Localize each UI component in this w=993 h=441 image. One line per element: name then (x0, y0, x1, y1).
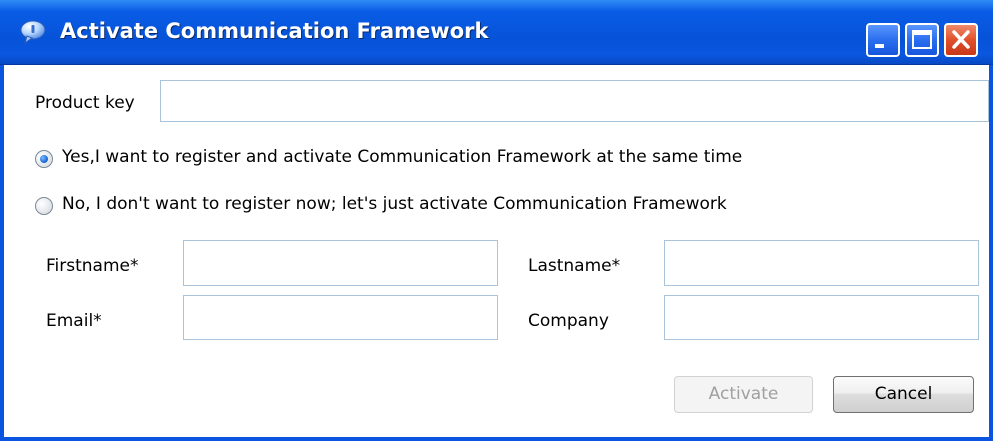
maximize-button[interactable] (905, 23, 939, 57)
company-input[interactable] (664, 295, 979, 340)
close-button[interactable] (944, 23, 978, 57)
radio-button-selected[interactable] (35, 150, 53, 168)
close-icon (952, 30, 970, 49)
cancel-button[interactable]: Cancel (833, 376, 974, 413)
window-title: Activate Communication Framework (60, 19, 489, 43)
maximize-icon (912, 30, 932, 49)
email-label: Email* (46, 311, 102, 331)
company-label: Company (528, 311, 609, 331)
title-bar[interactable]: Activate Communication Framework (0, 0, 993, 65)
product-key-label: Product key (35, 93, 135, 113)
lastname-label: Lastname* (528, 256, 621, 276)
product-key-input[interactable] (160, 80, 989, 122)
firstname-label: Firstname* (46, 256, 139, 276)
activation-dialog: Activate Communication Framework Product… (0, 0, 993, 441)
firstname-input[interactable] (183, 240, 498, 286)
minimize-button[interactable] (866, 23, 900, 57)
radio-button-unselected[interactable] (35, 197, 53, 215)
email-input[interactable] (183, 295, 498, 340)
speech-bubble-icon (20, 20, 46, 45)
minimize-icon (875, 44, 884, 48)
lastname-input[interactable] (664, 240, 979, 286)
register-option-yes-label[interactable]: Yes,I want to register and activate Comm… (62, 147, 742, 167)
register-option-no-label[interactable]: No, I don't want to register now; let's … (62, 194, 727, 214)
activate-button[interactable]: Activate (674, 376, 813, 413)
